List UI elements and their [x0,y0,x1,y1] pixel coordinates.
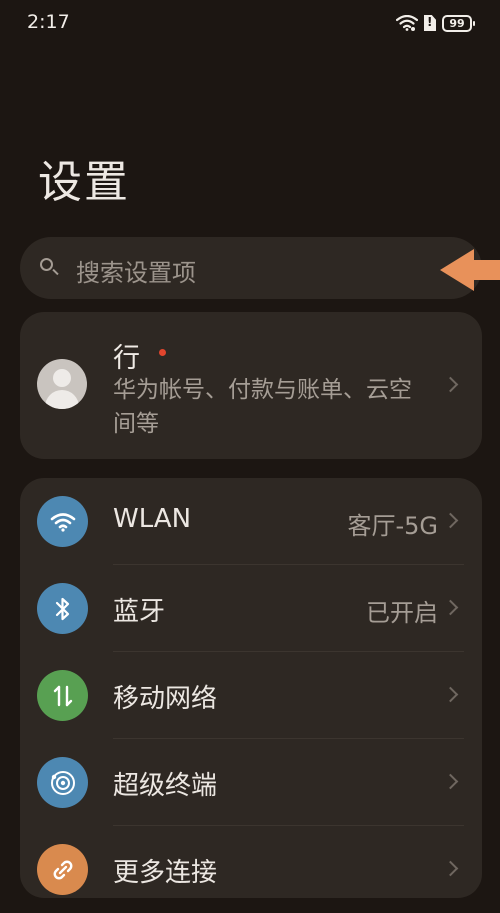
status-icons: 99 [396,13,475,33]
settings-item-super-device[interactable]: 超级终端 [20,739,482,826]
settings-item-value: 已开启 [366,599,438,627]
status-time: 2:17 [27,11,70,33]
more-connections-icon [37,844,88,895]
chevron-right-icon [442,376,459,393]
settings-item-label: 移动网络 [113,684,218,714]
account-name: 行 [113,343,140,374]
wifi-status-icon [396,15,418,31]
chevron-right-icon [442,599,459,616]
mobile-data-icon [37,670,88,721]
pointer-arrow-icon [440,249,500,291]
wifi-icon [37,496,88,547]
chevron-right-icon [442,773,459,790]
settings-item-bluetooth[interactable]: 蓝牙 已开启 [20,565,482,652]
avatar [37,359,87,409]
search-icon [40,258,53,271]
page-title: 设置 [38,157,130,208]
battery-level: 99 [449,16,465,30]
notification-dot [159,349,166,356]
settings-item-wlan[interactable]: WLAN 客厅-5G [20,478,482,565]
settings-item-label: 更多连接 [113,858,218,888]
chevron-right-icon [442,860,459,877]
settings-item-label: 蓝牙 [113,597,166,627]
search-placeholder: 搜索设置项 [76,259,196,287]
chevron-right-icon [442,686,459,703]
chevron-right-icon [442,512,459,529]
account-subtitle: 华为帐号、付款与账单、云空间等 [113,377,412,437]
bluetooth-icon [37,583,88,634]
status-bar: 2:17 99 [0,0,500,48]
sim-alert-icon [424,15,436,31]
settings-item-value: 客厅-5G [347,512,438,540]
settings-item-label: 超级终端 [113,771,218,801]
settings-item-label: WLAN [113,504,192,534]
connectivity-settings-card: WLAN 客厅-5G 蓝牙 已开启 移动网络 超级终端 更多连接 [20,478,482,898]
settings-item-more-connections[interactable]: 更多连接 [20,826,482,913]
super-device-icon [37,757,88,808]
battery-icon: 99 [442,14,475,32]
settings-item-mobile-network[interactable]: 移动网络 [20,652,482,739]
account-card[interactable]: 行 华为帐号、付款与账单、云空间等 [20,312,482,459]
search-input[interactable]: 搜索设置项 [20,237,482,299]
